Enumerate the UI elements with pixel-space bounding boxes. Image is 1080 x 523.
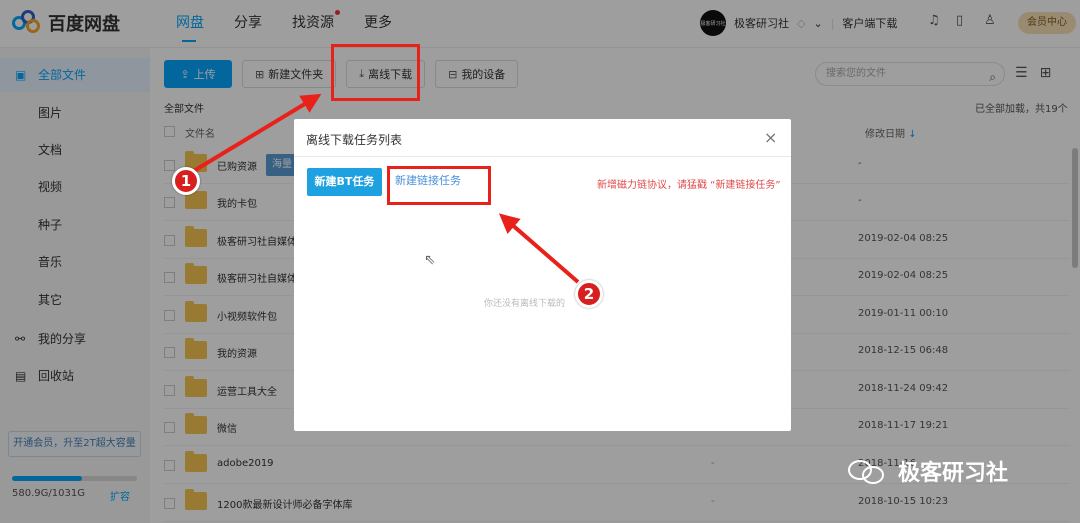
- watermark-text: 极客研习社: [898, 461, 1009, 486]
- wechat-icon: [846, 456, 890, 486]
- step-badge-2: 2: [575, 280, 603, 308]
- wechat-watermark: 极客研习社: [846, 455, 1008, 487]
- annotation-arrows: [190, 93, 580, 284]
- arrow-1: [190, 93, 322, 174]
- arrow-2: [498, 213, 580, 284]
- step-badge-1: 1: [172, 167, 200, 195]
